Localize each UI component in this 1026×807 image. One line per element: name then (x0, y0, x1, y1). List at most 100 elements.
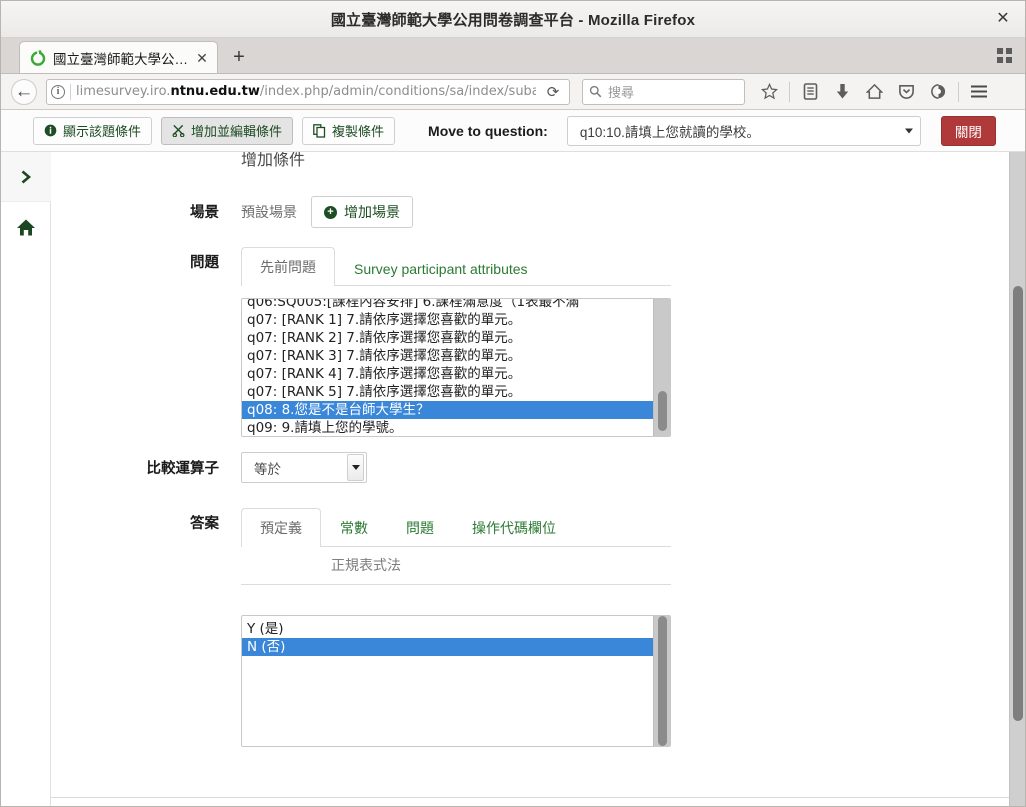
url-domain: ntnu.edu.tw (170, 84, 260, 99)
answer-listbox-scrollbar[interactable] (653, 616, 670, 746)
sidebar-item-home[interactable] (1, 202, 51, 252)
firefox-window: 國立臺灣師範大學公用問卷調查平台 - Mozilla Firefox ✕ 國立臺… (0, 0, 1026, 807)
scenario-row: 場景 預設場景 + 增加場景 (111, 196, 671, 228)
question-row: 問題 先前問題 Survey participant attributes q0… (111, 246, 671, 437)
add-edit-conditions-label: 增加並編輯條件 (191, 124, 283, 139)
question-listbox-scrollbar[interactable] (653, 299, 670, 436)
question-option-list: q06:SQ005:[課程內容安排] 6.課程滿意度（1表最不滿 q07: [R… (242, 299, 653, 436)
url-path: /index.php/admin/conditions/sa/index/sub… (259, 84, 537, 99)
answer-type-tabs: 預定義 常數 問題 操作代碼欄位 (241, 507, 671, 547)
limesurvey-favicon-icon (30, 49, 46, 66)
hamburger-menu-icon[interactable] (964, 78, 994, 106)
add-scenario-label: 增加場景 (344, 204, 400, 220)
list-item[interactable]: Y (是) (242, 620, 653, 638)
grid-view-icon[interactable] (995, 46, 1015, 66)
left-sidebar (1, 152, 51, 806)
tab-survey-participant-attributes[interactable]: Survey participant attributes (335, 251, 547, 286)
star-icon[interactable] (754, 78, 784, 106)
pocket-icon[interactable] (891, 78, 921, 106)
list-item[interactable]: q07: [RANK 3] 7.請依序選擇您喜歡的單元。 (242, 347, 653, 365)
page-scrollbar[interactable] (1009, 152, 1025, 806)
bottom-divider (51, 797, 1025, 798)
download-icon[interactable] (827, 78, 857, 106)
copy-conditions-button[interactable]: 複製條件 (302, 116, 396, 145)
tab-token-field[interactable]: 操作代碼欄位 (453, 508, 575, 547)
home-icon (16, 218, 36, 237)
operator-select[interactable]: 等於 (241, 452, 367, 483)
list-item[interactable]: q06:SQ005:[課程內容安排] 6.課程滿意度（1表最不滿 (242, 299, 653, 311)
list-item-selected[interactable]: q08: 8.您是不是台師大學生？ (242, 401, 653, 419)
new-tab-button[interactable]: + (224, 42, 254, 72)
window-title: 國立臺灣師範大學公用問卷調查平台 - Mozilla Firefox (330, 11, 696, 29)
list-item[interactable]: q09: 9.請填上您的學號。 (242, 419, 653, 436)
answer-label: 答案 (190, 516, 219, 532)
tab-predefined[interactable]: 預定義 (241, 508, 321, 547)
move-to-question-select[interactable]: q10:10.請填上您就讀的學校。 (566, 115, 921, 146)
question-label: 問題 (190, 255, 219, 271)
browser-nav-icons (754, 78, 994, 106)
back-arrow-icon: ← (11, 78, 37, 105)
page-viewport: 顯示該題條件 增加並編輯條件 複製條件 Move to question: q1… (1, 110, 1025, 806)
search-icon (589, 85, 602, 98)
move-to-question-value: q10:10.請填上您就讀的學校。 (579, 124, 760, 140)
url-prefix: limesurvey.iro. (76, 84, 171, 99)
question-listbox[interactable]: q06:SQ005:[課程內容安排] 6.課程滿意度（1表最不滿 q07: [R… (241, 298, 671, 437)
scrollbar-thumb[interactable] (658, 616, 667, 746)
scenario-default-text: 預設場景 (241, 204, 297, 220)
scissors-icon (172, 124, 185, 137)
nav-divider-2 (958, 81, 959, 102)
chevron-down-icon (904, 128, 913, 133)
url-bar[interactable]: i limesurvey.iro.ntnu.edu.tw/index.php/a… (46, 78, 570, 105)
move-to-question-label: Move to question: (428, 122, 548, 139)
browser-tab-title: 國立臺灣師範大學公… (53, 51, 188, 67)
tab-previous-questions[interactable]: 先前問題 (241, 247, 335, 286)
scrollbar-thumb[interactable] (658, 391, 667, 431)
browser-tab[interactable]: 國立臺灣師範大學公… ✕ (19, 41, 218, 73)
add-edit-conditions-button[interactable]: 增加並編輯條件 (161, 116, 294, 145)
library-icon[interactable] (795, 78, 825, 106)
plus-circle-icon: + (324, 205, 337, 219)
tab-regex[interactable]: 正規表式法 (289, 557, 401, 573)
sync-icon[interactable] (923, 78, 953, 106)
page-title: 增加條件 (241, 152, 306, 169)
answer-row: 答案 預定義 常數 問題 操作代碼欄位 正規表式法 Y (是) N (否) (111, 507, 671, 747)
page-info-icon[interactable]: i (51, 84, 65, 99)
search-placeholder: 搜尋 (608, 85, 635, 100)
search-bar[interactable]: 搜尋 (582, 78, 745, 105)
show-conditions-label: 顯示該題條件 (63, 124, 142, 139)
answer-subtab-row: 正規表式法 (241, 547, 671, 585)
close-conditions-button[interactable]: 關閉 (940, 115, 996, 146)
sidebar-item-expand[interactable] (1, 152, 51, 202)
chevron-down-icon[interactable] (347, 454, 364, 481)
url-text: limesurvey.iro.ntnu.edu.tw/index.php/adm… (76, 84, 536, 99)
window-close-button[interactable]: ✕ (993, 9, 1013, 29)
answer-option-list: Y (是) N (否) (242, 620, 653, 656)
reload-icon[interactable]: ⟳ (541, 83, 565, 101)
copy-conditions-label: 複製條件 (332, 124, 385, 139)
list-item-selected[interactable]: N (否) (242, 638, 653, 656)
nav-divider (789, 81, 790, 102)
question-source-tabs: 先前問題 Survey participant attributes (241, 246, 671, 286)
list-item[interactable]: q07: [RANK 1] 7.請依序選擇您喜歡的單元。 (242, 311, 653, 329)
scenario-label: 場景 (190, 205, 219, 221)
tab-constant[interactable]: 常數 (321, 508, 387, 547)
add-scenario-button[interactable]: + 增加場景 (311, 196, 413, 228)
browser-navbar: ← i limesurvey.iro.ntnu.edu.tw/index.php… (1, 74, 1025, 110)
url-divider (70, 83, 71, 100)
answer-listbox[interactable]: Y (是) N (否) (241, 615, 671, 747)
list-item[interactable]: q07: [RANK 4] 7.請依序選擇您喜歡的單元。 (242, 365, 653, 383)
list-item[interactable]: q07: [RANK 5] 7.請依序選擇您喜歡的單元。 (242, 383, 653, 401)
back-button[interactable]: ← (9, 78, 39, 106)
chevron-right-icon (19, 169, 33, 185)
operator-label: 比較運算子 (146, 461, 220, 477)
page-scrollbar-thumb[interactable] (1013, 286, 1023, 721)
home-icon[interactable] (859, 78, 889, 106)
copy-icon (313, 123, 326, 138)
info-circle-icon (44, 124, 57, 137)
tab-close-icon[interactable]: ✕ (195, 51, 209, 65)
tab-question[interactable]: 問題 (387, 508, 453, 547)
list-item[interactable]: q07: [RANK 2] 7.請依序選擇您喜歡的單元。 (242, 329, 653, 347)
show-conditions-button[interactable]: 顯示該題條件 (33, 116, 153, 145)
operator-value: 等於 (254, 461, 281, 477)
limesurvey-body: 增加條件 場景 預設場景 + 增加場景 問題 先前問題 Survey parti… (1, 152, 1025, 806)
